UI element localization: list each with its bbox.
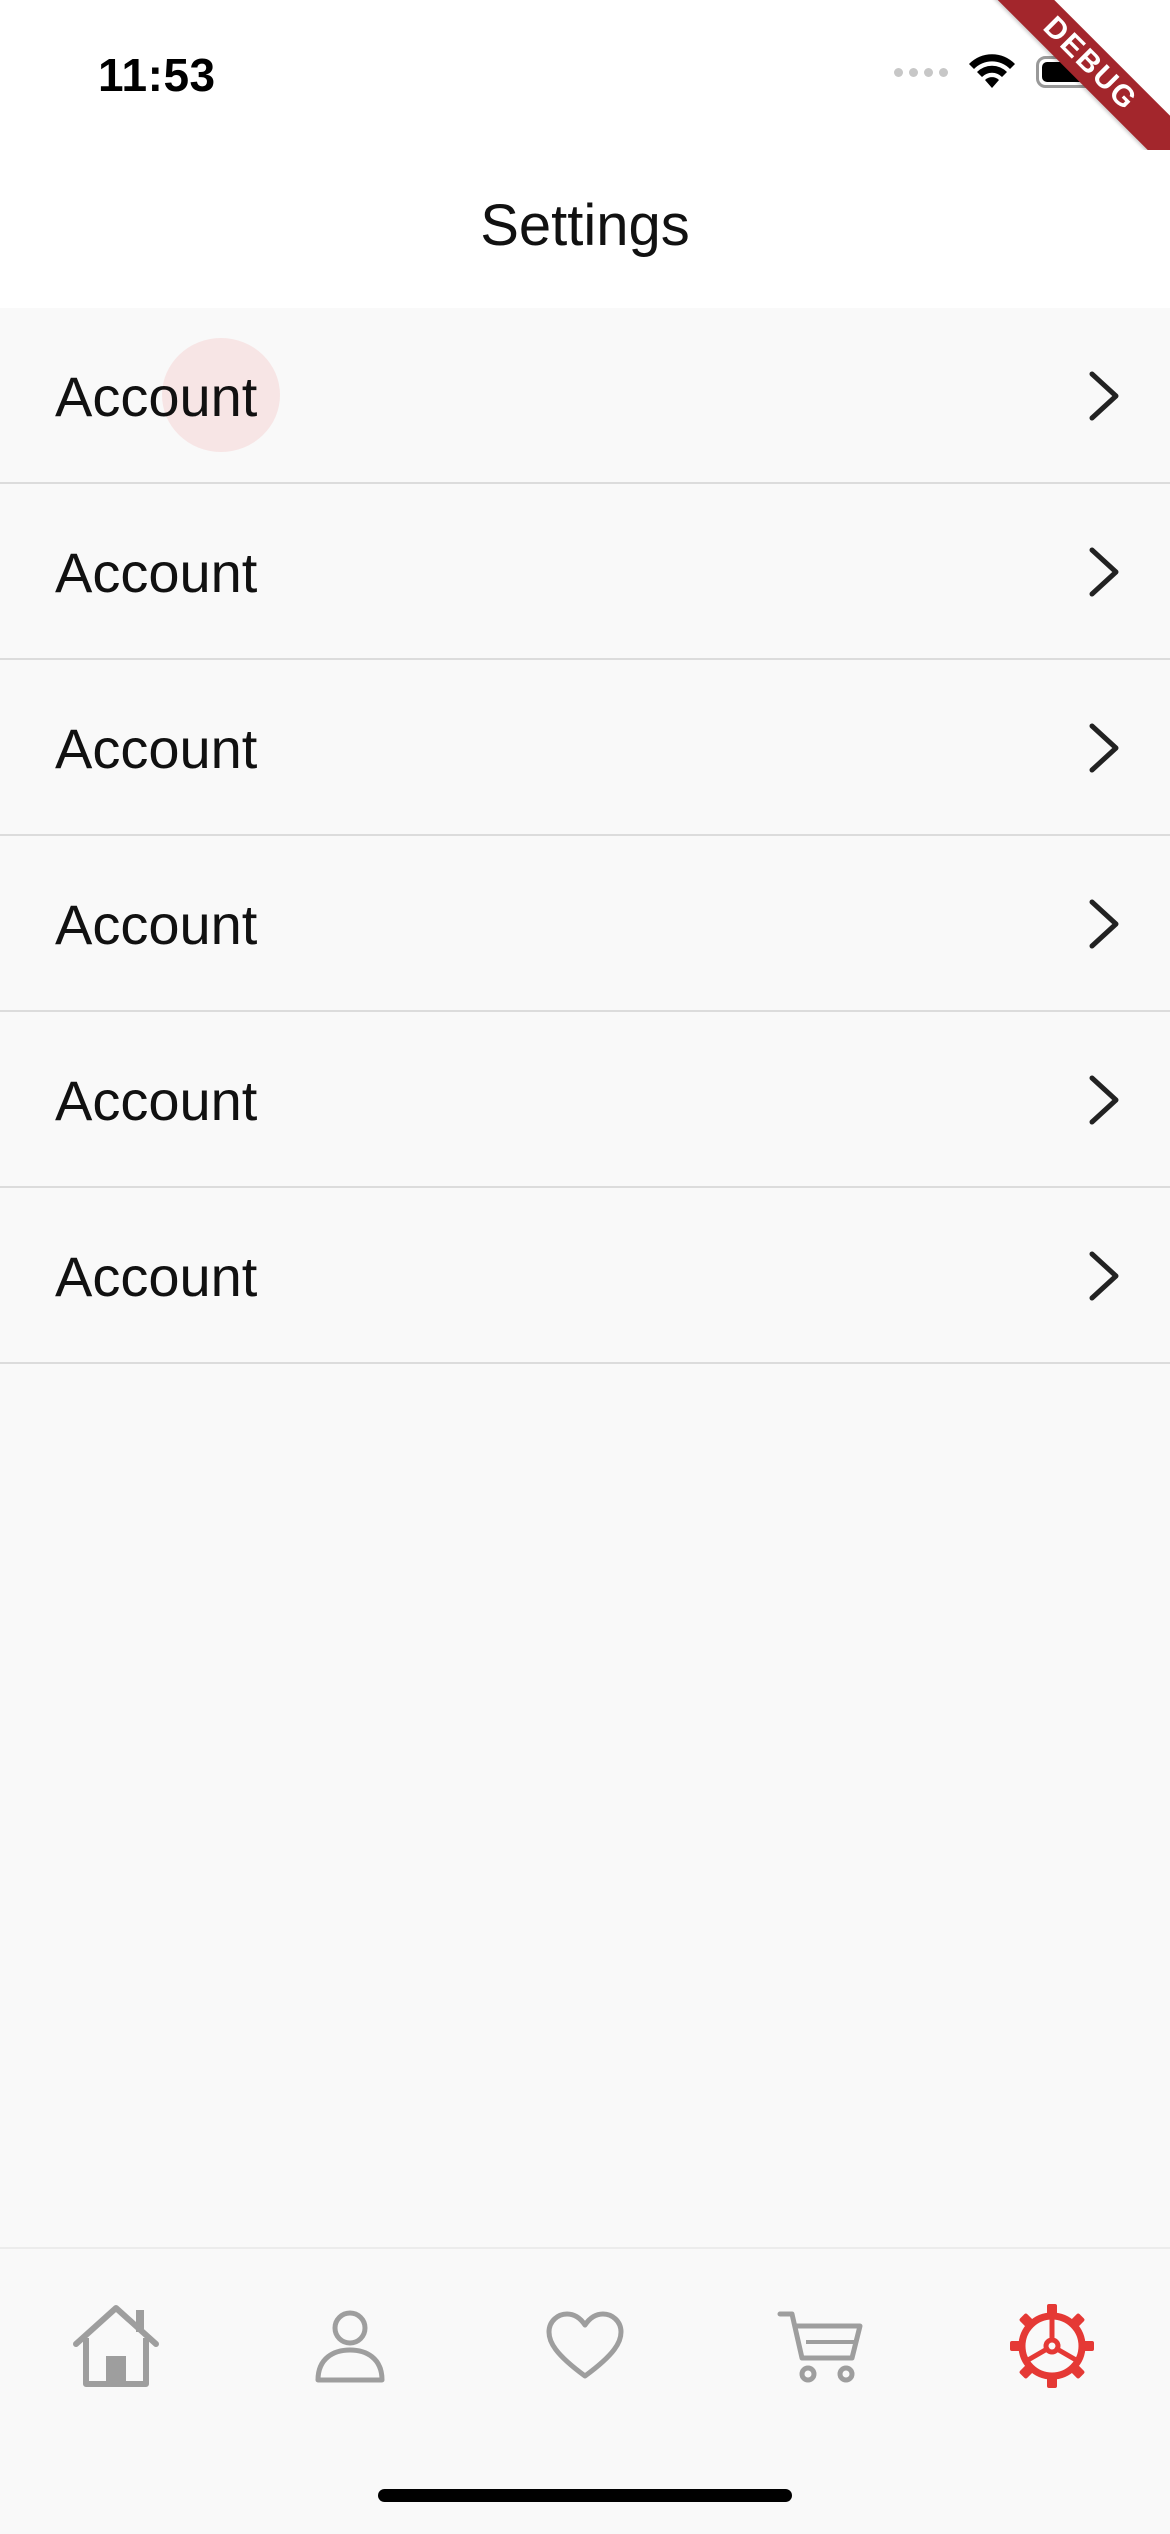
nav-item-home[interactable] xyxy=(56,2291,176,2401)
settings-item-label: Account xyxy=(55,893,258,956)
chevron-right-icon xyxy=(1089,1251,1119,1301)
nav-item-profile[interactable] xyxy=(290,2291,410,2401)
chevron-right-icon xyxy=(1089,1075,1119,1125)
settings-item-account[interactable]: Account xyxy=(0,1188,1170,1364)
gear-icon xyxy=(1010,2304,1094,2388)
settings-item-account[interactable]: Account xyxy=(0,836,1170,1012)
wifi-icon xyxy=(969,54,1015,88)
settings-item-label: Account xyxy=(55,541,258,604)
status-time: 11:53 xyxy=(98,49,216,101)
cart-icon xyxy=(777,2311,863,2383)
nav-item-cart[interactable] xyxy=(760,2291,880,2401)
page-title: Settings xyxy=(480,193,690,258)
cellular-signal-icon xyxy=(894,67,948,77)
settings-item-label: Account xyxy=(55,365,258,428)
settings-item-account[interactable]: Account xyxy=(0,308,1170,484)
chevron-right-icon xyxy=(1089,723,1119,773)
chevron-right-icon xyxy=(1089,899,1119,949)
chevron-right-icon xyxy=(1089,371,1119,421)
chevron-right-icon xyxy=(1089,547,1119,597)
settings-item-account[interactable]: Account xyxy=(0,484,1170,660)
nav-item-settings[interactable] xyxy=(992,2291,1112,2401)
settings-item-account[interactable]: Account xyxy=(0,1012,1170,1188)
settings-list: Account Account Account Account Account … xyxy=(0,308,1170,1364)
settings-item-label: Account xyxy=(55,1069,258,1132)
status-bar: 11:53 DEBUG xyxy=(0,0,1170,185)
home-icon xyxy=(73,2305,159,2387)
heart-icon xyxy=(546,2311,624,2379)
settings-item-label: Account xyxy=(55,717,258,780)
app-bar: Settings xyxy=(0,150,1170,308)
nav-item-favorites[interactable] xyxy=(525,2291,645,2401)
settings-item-account[interactable]: Account xyxy=(0,660,1170,836)
settings-item-label: Account xyxy=(55,1245,258,1308)
person-icon xyxy=(315,2310,385,2383)
home-indicator[interactable] xyxy=(378,2489,792,2502)
